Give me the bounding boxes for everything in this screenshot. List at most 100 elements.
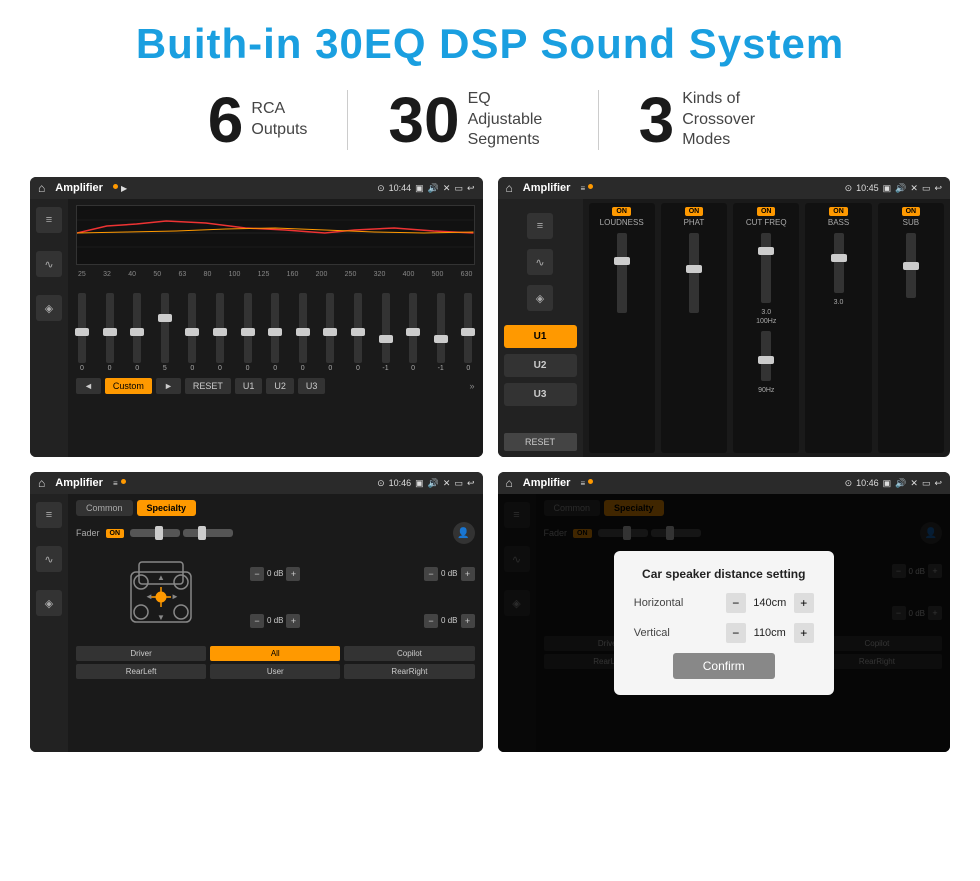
slider-track-13[interactable] [437, 293, 445, 363]
eq-freq-labels: 25 32 40 50 63 80 100 125 160 200 250 32… [76, 271, 475, 278]
home-icon-4[interactable]: ⌂ [506, 476, 513, 490]
prev-btn[interactable]: ◄ [76, 378, 101, 394]
dialog-control-horizontal: − 140cm + [726, 593, 814, 613]
on-badge-bass: ON [829, 207, 848, 216]
slider-track-3[interactable] [161, 293, 169, 363]
eq-slider-7: 0 [271, 293, 279, 372]
slider-track-9[interactable] [326, 293, 334, 363]
u3-btn[interactable]: U3 [298, 378, 326, 394]
u2-btn[interactable]: U2 [266, 378, 294, 394]
win-icon-3: ▭ [454, 478, 463, 489]
vol-val-bl: 0 dB [267, 616, 283, 625]
vol-minus-tl[interactable]: − [250, 567, 264, 581]
back-icon-1[interactable]: ↩ [467, 183, 475, 194]
speaker-icon-btn[interactable]: ◈ [36, 295, 62, 321]
horizontal-minus-btn[interactable]: − [726, 593, 746, 613]
custom-btn[interactable]: Custom [105, 378, 152, 394]
home-icon-2[interactable]: ⌂ [506, 181, 513, 195]
svg-text:►: ► [171, 592, 179, 601]
spk-spk-icon[interactable]: ◈ [36, 590, 62, 616]
tab-common[interactable]: Common [76, 500, 133, 516]
eq-slider-4: 0 [188, 293, 196, 372]
spk-wave-icon[interactable]: ∿ [36, 546, 62, 572]
vol-top-left: − 0 dB + [250, 552, 300, 595]
reset-amp-btn[interactable]: RESET [504, 433, 577, 451]
location-icon-4: ⊙ [845, 478, 853, 489]
slider-cutfreq[interactable] [761, 233, 771, 303]
slider-loudness[interactable] [617, 233, 627, 313]
vol-plus-br[interactable]: + [461, 614, 475, 628]
channel-cutfreq: ON CUT FREQ 3.0 100Hz 90Hz [733, 203, 799, 453]
vol-minus-br[interactable]: − [424, 614, 438, 628]
vertical-value: 110cm [750, 627, 790, 639]
slider-phat[interactable] [689, 233, 699, 313]
fader-sliders [130, 529, 233, 537]
all-btn[interactable]: All [210, 646, 340, 661]
u1-amp-btn[interactable]: U1 [504, 325, 577, 348]
home-icon-3[interactable]: ⌂ [38, 476, 45, 490]
win-icon-4: ▭ [922, 478, 931, 489]
vertical-plus-btn[interactable]: + [794, 623, 814, 643]
rearright-btn[interactable]: RearRight [344, 664, 474, 679]
user-icon-3[interactable]: 👤 [453, 522, 475, 544]
vol-plus-tl[interactable]: + [286, 567, 300, 581]
slider-track-14[interactable] [464, 293, 472, 363]
eq-slider-2: 0 [133, 293, 141, 372]
amp-right: ON LOUDNESS ON PHAT [583, 199, 951, 457]
slider-track-6[interactable] [244, 293, 252, 363]
slider-track-0[interactable] [78, 293, 86, 363]
slider-track-11[interactable] [382, 293, 390, 363]
amp-wave-icon[interactable]: ∿ [527, 249, 553, 275]
user-btn[interactable]: User [210, 664, 340, 679]
reset-btn-1[interactable]: RESET [185, 378, 231, 394]
dialog-box: Car speaker distance setting Horizontal … [614, 551, 834, 695]
copilot-btn[interactable]: Copilot [344, 646, 474, 661]
u3-amp-btn[interactable]: U3 [504, 383, 577, 406]
horizontal-plus-btn[interactable]: + [794, 593, 814, 613]
channel-sub: ON SUB [878, 203, 944, 453]
tab-specialty[interactable]: Specialty [137, 500, 197, 516]
fader-h-slider-2[interactable] [183, 529, 233, 537]
slider-track-12[interactable] [409, 293, 417, 363]
slider-cutfreq2[interactable] [761, 331, 771, 381]
fader-h-slider-1[interactable] [130, 529, 180, 537]
back-icon-3[interactable]: ↩ [467, 478, 475, 489]
slider-bass[interactable] [834, 233, 844, 293]
slider-track-7[interactable] [271, 293, 279, 363]
eq-slider-14: 0 [464, 293, 472, 372]
back-icon-2[interactable]: ↩ [934, 183, 942, 194]
confirm-btn[interactable]: Confirm [673, 653, 775, 679]
eq-icon-btn[interactable]: ≡ [36, 207, 62, 233]
rearleft-btn[interactable]: RearLeft [76, 664, 206, 679]
slider-track-2[interactable] [133, 293, 141, 363]
vol-plus-bl[interactable]: + [286, 614, 300, 628]
slider-sub[interactable] [906, 233, 916, 298]
driver-btn[interactable]: Driver [76, 646, 206, 661]
slider-track-8[interactable] [299, 293, 307, 363]
amp-spk-icon[interactable]: ◈ [527, 285, 553, 311]
slider-track-1[interactable] [106, 293, 114, 363]
slider-track-10[interactable] [354, 293, 362, 363]
vol-plus-tr[interactable]: + [461, 567, 475, 581]
u1-btn[interactable]: U1 [235, 378, 263, 394]
on-badge-cutfreq: ON [757, 207, 776, 216]
amp-eq-icon[interactable]: ≡ [527, 213, 553, 239]
back-icon-4[interactable]: ↩ [934, 478, 942, 489]
play-btn[interactable]: ► [156, 378, 181, 394]
vol-minus-tr[interactable]: − [424, 567, 438, 581]
vol-minus-bl[interactable]: − [250, 614, 264, 628]
channel-loudness: ON LOUDNESS [589, 203, 655, 453]
freq-val-2: 100Hz [756, 318, 776, 325]
home-icon-1[interactable]: ⌂ [38, 181, 45, 195]
left-icons-1: ≡ ∿ ◈ [30, 199, 68, 457]
location-icon-1: ⊙ [377, 183, 385, 194]
speaker-layout: − 0 dB + [76, 552, 475, 642]
vertical-minus-btn[interactable]: − [726, 623, 746, 643]
u2-amp-btn[interactable]: U2 [504, 354, 577, 377]
screen1-content: ≡ ∿ ◈ [30, 199, 483, 457]
spk-eq-icon[interactable]: ≡ [36, 502, 62, 528]
slider-track-4[interactable] [188, 293, 196, 363]
win-icon-2: ▭ [922, 183, 931, 194]
slider-track-5[interactable] [216, 293, 224, 363]
wave-icon-btn[interactable]: ∿ [36, 251, 62, 277]
